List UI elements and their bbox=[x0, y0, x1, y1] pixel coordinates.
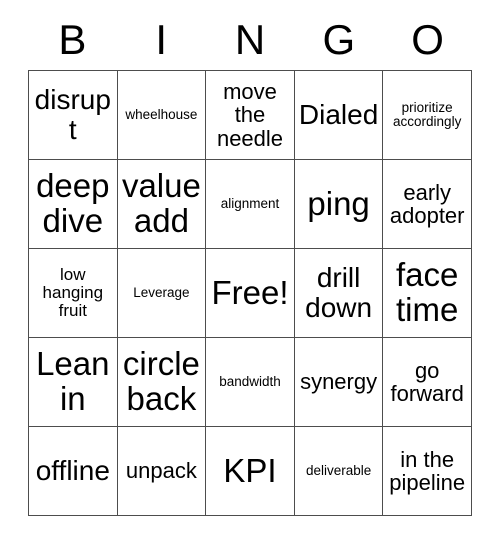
bingo-cell-label: Leverage bbox=[133, 284, 190, 300]
bingo-cell-o3[interactable]: face time bbox=[383, 249, 472, 338]
bingo-cell-g4[interactable]: synergy bbox=[294, 338, 384, 427]
bingo-header-letter-g: G bbox=[322, 16, 356, 63]
bingo-cell-label: drill down bbox=[305, 262, 373, 323]
bingo-cell-label: Lean in bbox=[36, 345, 110, 417]
bingo-cell-n5[interactable]: KPI bbox=[206, 427, 295, 516]
bingo-cell-label: go forward bbox=[390, 357, 464, 406]
bingo-cell-label: KPI bbox=[223, 451, 277, 489]
bingo-cell-o2[interactable]: early adopter bbox=[383, 160, 472, 249]
bingo-grid: disrupt wheelhouse move the needle Diale… bbox=[28, 70, 472, 516]
bingo-free-space-label: Free! bbox=[211, 273, 289, 311]
bingo-cell-o4[interactable]: go forward bbox=[383, 338, 472, 427]
bingo-cell-label: face time bbox=[396, 256, 459, 328]
bingo-cell-i1[interactable]: wheelhouse bbox=[117, 71, 207, 160]
bingo-cell-label: move the needle bbox=[216, 79, 284, 151]
bingo-cell-label: early adopter bbox=[389, 179, 465, 228]
bingo-header-row: B I N G O bbox=[28, 10, 472, 70]
bingo-header-letter-i: I bbox=[155, 16, 168, 63]
bingo-header-letter-n: N bbox=[234, 16, 266, 63]
bingo-header-letter-b: B bbox=[58, 16, 87, 63]
bingo-cell-g2[interactable]: ping bbox=[294, 160, 384, 249]
bingo-cell-free-space[interactable]: Free! bbox=[206, 249, 295, 338]
bingo-cell-i2[interactable]: value add bbox=[117, 160, 207, 249]
bingo-cell-label: synergy bbox=[300, 369, 378, 395]
bingo-cell-o1[interactable]: prioritize accordingly bbox=[383, 71, 472, 160]
bingo-cell-label: low hanging fruit bbox=[42, 264, 104, 320]
bingo-cell-label: bandwidth bbox=[219, 373, 281, 389]
bingo-cell-label: circle back bbox=[122, 345, 200, 417]
bingo-cell-i4[interactable]: circle back bbox=[117, 338, 207, 427]
bingo-cell-i3[interactable]: Leverage bbox=[117, 249, 207, 338]
bingo-cell-label: unpack bbox=[125, 458, 197, 484]
bingo-card: B I N G O disrupt wheelhouse move the ne… bbox=[28, 10, 472, 516]
bingo-cell-label: prioritize accordingly bbox=[393, 99, 462, 129]
bingo-cell-o5[interactable]: in the pipeline bbox=[383, 427, 472, 516]
bingo-cell-n1[interactable]: move the needle bbox=[206, 71, 295, 160]
bingo-cell-n2[interactable]: alignment bbox=[206, 160, 295, 249]
bingo-cell-label: disrupt bbox=[34, 84, 111, 145]
bingo-cell-b4[interactable]: Lean in bbox=[29, 338, 118, 427]
bingo-cell-b5[interactable]: offline bbox=[29, 427, 118, 516]
bingo-cell-label: ping bbox=[307, 184, 370, 222]
bingo-cell-g3[interactable]: drill down bbox=[294, 249, 384, 338]
bingo-cell-label: wheelhouse bbox=[125, 106, 198, 122]
bingo-cell-n4[interactable]: bandwidth bbox=[206, 338, 295, 427]
bingo-cell-label: deep dive bbox=[36, 167, 110, 239]
bingo-header-letter-o: O bbox=[411, 16, 444, 63]
bingo-cell-b3[interactable]: low hanging fruit bbox=[29, 249, 118, 338]
bingo-cell-b1[interactable]: disrupt bbox=[29, 71, 118, 160]
bingo-cell-g5[interactable]: deliverable bbox=[294, 427, 384, 516]
bingo-cell-label: offline bbox=[35, 455, 110, 487]
bingo-cell-i5[interactable]: unpack bbox=[117, 427, 207, 516]
bingo-cell-b2[interactable]: deep dive bbox=[29, 160, 118, 249]
bingo-cell-label: value add bbox=[121, 167, 201, 239]
bingo-cell-label: alignment bbox=[220, 195, 280, 211]
bingo-cell-label: in the pipeline bbox=[389, 446, 466, 495]
bingo-cell-label: Dialed bbox=[298, 99, 379, 131]
bingo-cell-label: deliverable bbox=[305, 462, 372, 478]
bingo-cell-g1[interactable]: Dialed bbox=[294, 71, 384, 160]
